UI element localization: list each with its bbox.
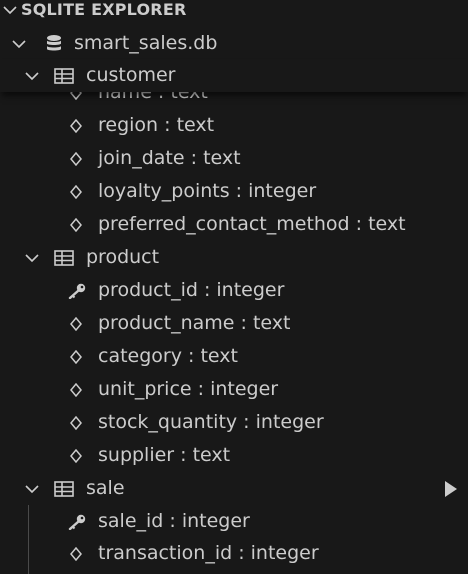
column-name: product_id xyxy=(98,278,198,301)
table-name: sale xyxy=(86,476,125,499)
field-diamond-icon xyxy=(70,151,82,166)
field-diamond-icon xyxy=(70,316,82,331)
column-type: integer xyxy=(248,179,317,202)
database-name: smart_sales.db xyxy=(74,31,218,54)
table-item-sale[interactable]: sale xyxy=(0,472,468,505)
column-type: text xyxy=(200,344,238,367)
column-type: integer xyxy=(216,278,285,301)
column-name: region xyxy=(98,113,159,136)
table-icon xyxy=(54,480,74,497)
run-query-icon[interactable] xyxy=(444,480,458,498)
column-item[interactable]: stock_quantity : integer xyxy=(0,406,468,439)
section-header[interactable]: SQLITE EXPLORER xyxy=(0,0,468,27)
field-diamond-icon xyxy=(70,546,82,561)
column-item[interactable]: unit_price : integer xyxy=(0,373,468,406)
column-separator: : xyxy=(229,179,249,202)
column-type: integer xyxy=(250,541,319,564)
column-separator: : xyxy=(197,278,217,301)
column-type: integer xyxy=(210,377,279,400)
column-name: transaction_id xyxy=(98,541,233,564)
chevron-down-icon xyxy=(12,39,26,48)
column-item[interactable]: product_name : text xyxy=(0,307,468,340)
column-item[interactable]: preferred_contact_method : text xyxy=(0,208,468,241)
database-item[interactable]: smart_sales.db xyxy=(0,27,468,60)
column-separator: : xyxy=(232,541,251,564)
table-icon xyxy=(54,249,74,266)
field-diamond-icon xyxy=(70,118,82,133)
column-name: join_date xyxy=(98,146,185,169)
column-separator: : xyxy=(181,344,201,367)
column-separator: : xyxy=(163,509,182,532)
column-name: sale_id xyxy=(98,509,164,532)
field-diamond-icon xyxy=(70,184,82,199)
table-name: product xyxy=(86,245,160,268)
column-separator: : xyxy=(184,146,204,169)
field-diamond-icon xyxy=(70,349,82,364)
column-name: supplier xyxy=(98,443,175,466)
column-item[interactable]: region : text xyxy=(0,109,468,142)
column-separator: : xyxy=(349,212,369,235)
column-name: unit_price xyxy=(98,377,192,400)
field-diamond-icon xyxy=(70,415,82,430)
column-name: preferred_contact_method xyxy=(98,212,350,235)
column-type: text xyxy=(203,146,241,169)
column-separator: : xyxy=(158,113,177,136)
column-item[interactable]: transaction_id : integer xyxy=(0,537,468,570)
table-icon xyxy=(54,67,74,84)
section-title: SQLITE EXPLORER xyxy=(21,0,187,19)
column-type: text xyxy=(176,113,215,136)
column-item[interactable]: supplier : text xyxy=(0,439,468,472)
column-item[interactable]: product_id : integer xyxy=(0,274,468,307)
field-diamond-icon xyxy=(70,217,82,232)
table-item-product[interactable]: product xyxy=(0,241,468,274)
column-type: integer xyxy=(255,410,324,433)
key-icon xyxy=(68,283,86,299)
column-item[interactable]: category : text xyxy=(0,340,468,373)
table-name: customer xyxy=(86,63,176,86)
column-type: text xyxy=(368,212,406,235)
field-diamond-icon xyxy=(70,448,82,463)
column-type: integer xyxy=(181,509,250,532)
column-name: product_name xyxy=(98,311,235,334)
column-item[interactable]: sale_id : integer xyxy=(0,505,468,538)
chevron-down-icon xyxy=(25,484,39,493)
column-separator: : xyxy=(191,377,211,400)
chevron-down-icon xyxy=(3,6,17,15)
column-name: loyalty_points xyxy=(98,179,230,202)
column-name: category xyxy=(98,344,182,367)
chevron-down-icon xyxy=(25,71,39,80)
database-icon xyxy=(47,34,61,50)
column-separator: : xyxy=(174,443,193,466)
column-item[interactable]: loyalty_points : integer xyxy=(0,175,468,208)
table-item-customer[interactable]: customer xyxy=(0,59,468,92)
column-name: stock_quantity xyxy=(98,410,238,433)
column-type: text xyxy=(252,311,291,334)
key-icon xyxy=(68,514,86,530)
chevron-down-icon xyxy=(25,253,39,262)
column-type: text xyxy=(192,443,231,466)
sqlite-explorer-panel: SQLITE EXPLORER smart_sales.db customer xyxy=(0,0,468,574)
column-item[interactable]: join_date : text xyxy=(0,142,468,175)
column-separator: : xyxy=(237,410,256,433)
field-diamond-icon xyxy=(70,382,82,397)
column-separator: : xyxy=(234,311,253,334)
